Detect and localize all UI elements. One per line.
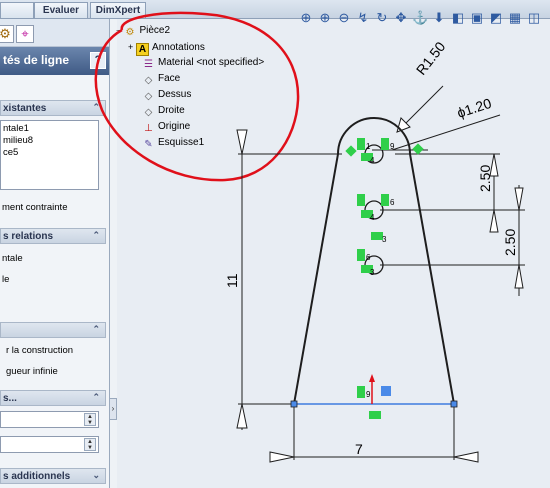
zoom-out-icon[interactable]: ⊖: [336, 10, 352, 26]
tree-item-esquisse1[interactable]: ✎ Esquisse1: [142, 135, 204, 152]
list-item[interactable]: ce5: [3, 147, 98, 159]
panel-title-text: tés de ligne: [3, 53, 70, 67]
parameter-field-1[interactable]: ▲ ▼: [0, 411, 99, 428]
property-manager-panel: ⚙ ⌖ tés de ligne ? xistantes ⌃ ntale1 mi…: [0, 19, 110, 488]
spin-buttons-icon[interactable]: ▲ ▼: [84, 413, 96, 426]
for-construction-option[interactable]: r la construction: [6, 345, 73, 356]
hidden-lines-icon[interactable]: ▣: [469, 10, 485, 26]
existing-relations-list[interactable]: ntale1 milieu8 ce5: [0, 120, 99, 190]
command-manager-tabs: Evaluer DimXpert: [0, 0, 550, 19]
zoom-area-icon[interactable]: ⊕: [317, 10, 333, 26]
feature-tree-icon[interactable]: ⚙: [0, 25, 14, 43]
help-button[interactable]: ?: [90, 52, 106, 69]
section-existing-label: xistantes: [3, 103, 47, 114]
config-manager-icon[interactable]: ⌖: [16, 25, 34, 43]
collapse-chevron-icon[interactable]: ⌃: [92, 392, 100, 403]
tree-item-dessus[interactable]: ◇ Dessus: [142, 87, 192, 104]
zoom-to-fit-icon[interactable]: ⊕: [298, 10, 314, 26]
section-relations-label: s relations: [3, 231, 54, 242]
collapse-chevron-icon[interactable]: ⌃: [92, 324, 100, 335]
parameter-field-2[interactable]: ▲ ▼: [0, 436, 99, 453]
relation-option[interactable]: le: [2, 274, 9, 285]
display-style-icon[interactable]: ◧: [450, 10, 466, 26]
collapse-chevron-icon[interactable]: ⌃: [92, 102, 100, 113]
view-orientation-icon[interactable]: ▦: [507, 10, 523, 26]
zoom-selection-icon[interactable]: ↯: [355, 10, 371, 26]
tree-item-origine[interactable]: ⊥ Origine: [142, 119, 190, 136]
section-existing-relations[interactable]: xistantes ⌃: [0, 100, 106, 116]
panel-collapse-handle[interactable]: ›: [109, 398, 117, 420]
rotate-icon[interactable]: ↻: [374, 10, 390, 26]
tab-evaluer[interactable]: Evaluer: [34, 2, 88, 18]
section-additional-label: s additionnels: [3, 471, 71, 482]
sketch-icon: ✎: [144, 139, 153, 150]
status-text: ment contrainte: [2, 202, 68, 213]
section-additional-params[interactable]: s additionnels ⌄: [0, 468, 106, 484]
tree-item-annotations[interactable]: + A Annotations: [128, 39, 205, 56]
tab-previous[interactable]: [0, 2, 34, 18]
section-parameters[interactable]: s... ⌃: [0, 390, 106, 406]
collapse-chevron-icon[interactable]: ⌃: [92, 230, 100, 241]
pan-icon[interactable]: ✥: [393, 10, 409, 26]
section-add-relations[interactable]: s relations ⌃: [0, 228, 106, 244]
tab-dimxpert[interactable]: DimXpert: [90, 2, 146, 18]
tree-item-face[interactable]: ◇ Face: [142, 71, 181, 88]
section-options[interactable]: ⌃: [0, 322, 106, 338]
expand-chevron-icon[interactable]: ⌄: [92, 470, 100, 481]
tree-item-material[interactable]: ☰ Material <not specified>: [142, 55, 264, 72]
spin-buttons-icon[interactable]: ▲ ▼: [84, 438, 96, 451]
tree-item-droite[interactable]: ◇ Droite: [142, 103, 185, 120]
roll-view-icon[interactable]: ⚓: [412, 10, 428, 26]
shaded-icon[interactable]: ◩: [488, 10, 504, 26]
normal-to-icon[interactable]: ⬇: [431, 10, 447, 26]
panel-title: tés de ligne ?: [0, 47, 109, 75]
list-item[interactable]: ntale1: [3, 123, 98, 135]
panel-icon-row: ⚙ ⌖: [0, 19, 109, 47]
section-params-label: s...: [3, 393, 17, 404]
infinite-length-option[interactable]: gueur infinie: [6, 366, 58, 377]
tree-root[interactable]: − ⚙ Pièce2: [116, 23, 170, 40]
section-view-icon[interactable]: ◫: [526, 10, 542, 26]
relation-option[interactable]: ntale: [2, 253, 23, 264]
list-item[interactable]: milieu8: [3, 135, 98, 147]
